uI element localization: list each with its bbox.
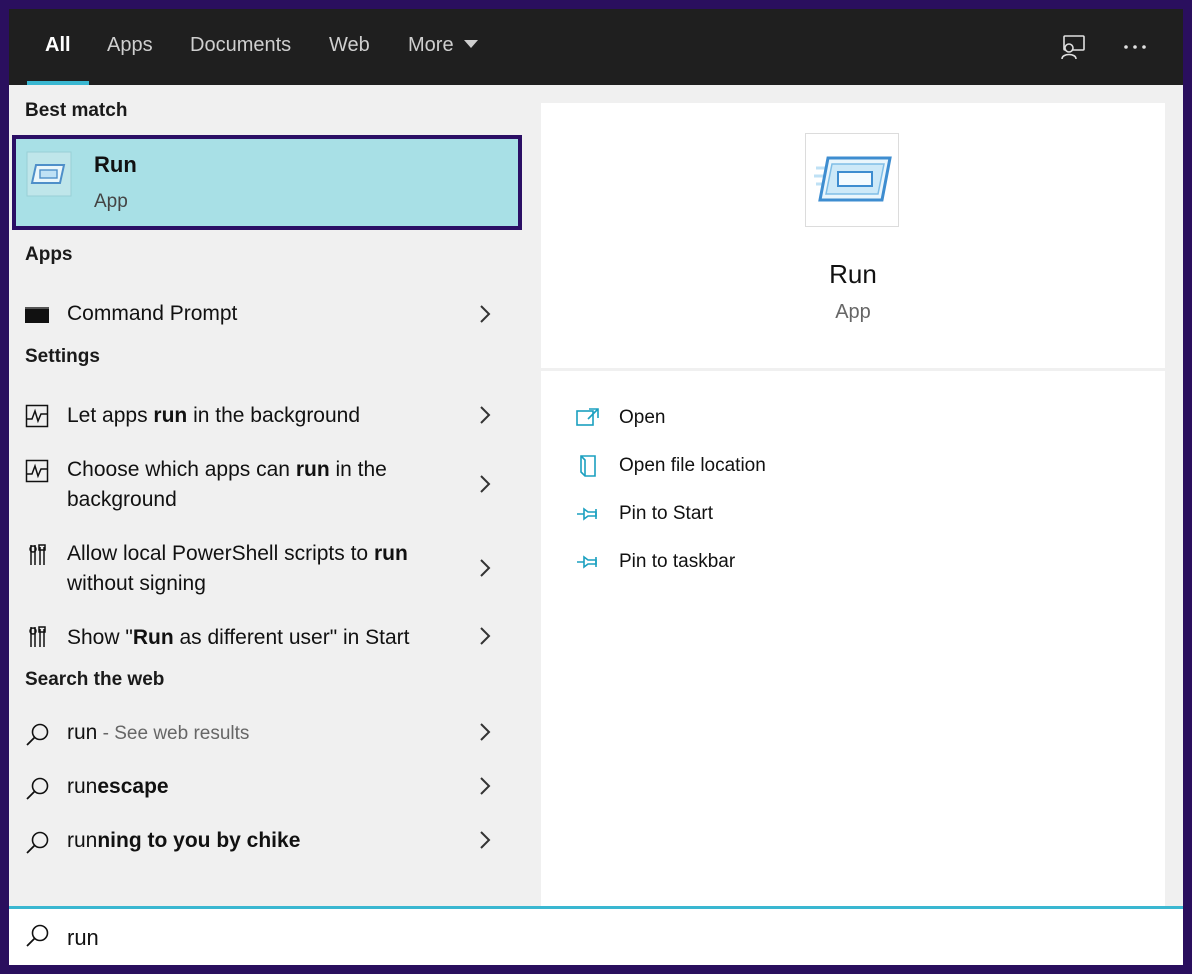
best-match-name: Run	[94, 152, 137, 177]
tab-label: Web	[329, 34, 370, 56]
tab-web[interactable]: Web	[311, 9, 388, 85]
developer-tools-icon	[25, 625, 49, 649]
list-item-label: running to you by chike	[67, 826, 467, 856]
tab-label: More	[408, 34, 454, 56]
chevron-right-icon	[477, 404, 493, 426]
action-label: Pin to taskbar	[619, 551, 736, 572]
file-location-icon	[575, 453, 601, 479]
chevron-right-icon	[477, 625, 493, 647]
label-part: in the background	[187, 404, 361, 427]
tab-apps[interactable]: Apps	[89, 9, 171, 85]
section-heading-search-web: Search the web	[25, 669, 165, 690]
list-item-setting[interactable]: Show "Run as different user" in Start	[9, 607, 524, 669]
tab-more[interactable]: More	[390, 9, 496, 85]
run-app-icon	[26, 151, 72, 197]
developer-tools-icon	[25, 543, 49, 567]
list-item-web-result[interactable]: run - See web results	[9, 707, 524, 761]
chevron-right-icon	[477, 473, 493, 495]
list-item-label: Allow local PowerShell scripts to run wi…	[67, 539, 467, 599]
label-highlight: ning to you by chike	[97, 829, 301, 852]
label-part: Show "	[67, 626, 133, 649]
list-item-command-prompt[interactable]: Command Prompt	[9, 283, 524, 347]
feedback-icon[interactable]	[1057, 31, 1089, 63]
action-pin-to-start[interactable]: Pin to Start	[575, 499, 975, 531]
tab-label: All	[45, 34, 71, 56]
chevron-right-icon	[477, 557, 493, 579]
label-part: run	[67, 721, 98, 744]
windows-search-window: All Apps Documents Web More Best match R…	[9, 9, 1183, 965]
tab-documents[interactable]: Documents	[172, 9, 309, 85]
list-item-web-result[interactable]: runescape	[9, 761, 524, 815]
results-pane: Best match Run App Apps Command Prompt S…	[9, 85, 524, 906]
action-label: Open	[619, 407, 666, 428]
action-open-file-location[interactable]: Open file location	[575, 451, 975, 483]
action-label: Pin to Start	[619, 503, 713, 524]
tab-label: Documents	[190, 34, 292, 56]
label-part: as different user" in Start	[173, 626, 410, 649]
chevron-right-icon	[477, 775, 493, 797]
list-item-label: run - See web results	[67, 718, 467, 749]
list-item-label: Show "Run as different user" in Start	[67, 623, 467, 653]
label-part: Choose which apps can	[67, 458, 296, 481]
best-match-type: App	[94, 191, 128, 212]
search-icon	[25, 776, 49, 800]
chevron-right-icon	[477, 303, 493, 325]
action-label: Open file location	[619, 455, 766, 476]
tab-all[interactable]: All	[27, 9, 89, 85]
action-open[interactable]: Open	[575, 403, 975, 435]
run-app-icon	[805, 133, 899, 227]
list-item-setting[interactable]: Choose which apps can run in the backgro…	[9, 447, 524, 527]
label-part: Allow local PowerShell scripts to	[67, 542, 374, 565]
list-item-label: Let apps run in the background	[67, 401, 467, 431]
preview-app-type: App	[835, 301, 871, 323]
label-hint: - See web results	[97, 723, 250, 744]
open-icon	[575, 405, 601, 431]
pin-icon	[575, 501, 601, 527]
activity-monitor-icon	[25, 404, 49, 428]
section-heading-best-match: Best match	[25, 100, 128, 121]
preview-pane: Run App Open Open file location Pin to S…	[541, 103, 1165, 906]
best-match-run[interactable]: Run App	[12, 135, 522, 230]
label-part: without signing	[67, 572, 206, 595]
command-prompt-icon	[25, 303, 49, 327]
search-filter-bar: All Apps Documents Web More	[9, 9, 1183, 85]
action-pin-to-taskbar[interactable]: Pin to taskbar	[575, 547, 975, 579]
section-heading-settings: Settings	[25, 346, 100, 367]
search-bar	[9, 906, 1183, 965]
list-item-web-result[interactable]: running to you by chike	[9, 815, 524, 869]
list-item-setting[interactable]: Allow local PowerShell scripts to run wi…	[9, 531, 524, 611]
label-part: run	[67, 775, 98, 798]
activity-monitor-icon	[25, 459, 49, 483]
tab-label: Apps	[107, 34, 153, 56]
label-part: run	[67, 829, 98, 852]
search-icon	[25, 722, 49, 746]
chevron-right-icon	[477, 829, 493, 851]
chevron-down-icon	[463, 40, 478, 48]
search-icon	[25, 830, 49, 854]
search-icon	[25, 923, 51, 949]
list-item-label: runescape	[67, 772, 467, 802]
label-highlight: Run	[132, 626, 174, 649]
section-heading-apps: Apps	[25, 244, 73, 265]
label-highlight: run	[295, 458, 330, 481]
label-highlight: run	[153, 404, 188, 427]
divider	[541, 368, 1165, 371]
label-part: Let apps	[67, 404, 154, 427]
pin-icon	[575, 549, 601, 575]
preview-app-name: Run	[829, 259, 877, 289]
list-item-label: Choose which apps can run in the backgro…	[67, 455, 467, 515]
list-item-setting[interactable]: Let apps run in the background	[9, 385, 524, 449]
label-highlight: escape	[97, 775, 169, 798]
search-input[interactable]	[65, 915, 1169, 961]
more-options-icon[interactable]	[1119, 31, 1151, 63]
chevron-right-icon	[477, 721, 493, 743]
list-item-label: Command Prompt	[67, 302, 238, 325]
label-highlight: run	[373, 542, 408, 565]
